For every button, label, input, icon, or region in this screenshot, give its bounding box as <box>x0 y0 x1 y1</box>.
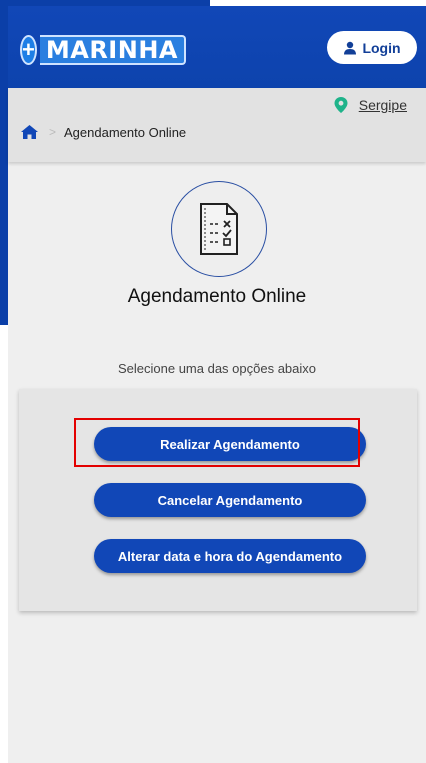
change-datetime-button[interactable]: Alterar data e hora do Agendamento <box>94 539 366 573</box>
marinha-logo[interactable]: + MARINHA <box>20 33 186 67</box>
home-icon[interactable] <box>20 124 39 140</box>
checklist-document-icon <box>200 203 238 255</box>
schedule-badge <box>171 181 267 277</box>
instruction-text: Selecione uma das opções abaixo <box>117 361 317 376</box>
login-label: Login <box>362 39 401 56</box>
location-label[interactable]: Sergipe <box>359 97 407 113</box>
page-title: Agendamento Online <box>127 286 307 307</box>
location-selector[interactable]: Sergipe <box>333 96 407 114</box>
login-button[interactable]: Login <box>327 31 417 64</box>
breadcrumb: > Agendamento Online <box>20 124 186 140</box>
breadcrumb-separator: > <box>49 125 57 139</box>
logo-text: MARINHA <box>39 35 186 65</box>
selection-highlight <box>74 418 360 467</box>
user-icon <box>344 41 357 54</box>
top-header: + MARINHA Login <box>8 6 426 88</box>
breadcrumb-current: Agendamento Online <box>64 124 187 140</box>
cancel-schedule-button[interactable]: Cancelar Agendamento <box>94 483 366 517</box>
logo-plus-badge: + <box>20 35 37 65</box>
pin-icon <box>334 97 348 113</box>
app-page: + MARINHA Login Sergipe > Agendamento On… <box>8 6 426 763</box>
